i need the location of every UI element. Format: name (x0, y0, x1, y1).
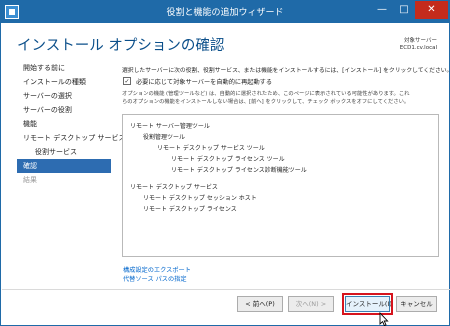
maximize-button[interactable]: □ (393, 1, 415, 19)
nav-item-server-selection[interactable]: サーバーの選択 (17, 89, 111, 103)
optional-features-info: オプションの機能 (管理ツールなど) は、自動的に選択されたため、このページに表… (122, 90, 442, 106)
export-config-link[interactable]: 構成設定のエクスポート (123, 265, 191, 274)
close-button[interactable]: ✕ (415, 1, 448, 19)
alternate-source-link[interactable]: 代替ソース パスの指定 (123, 274, 187, 283)
confirmation-description: 選択したサーバーに次の役割、役割サービス、または機能をインストールするには、[イ… (122, 68, 450, 74)
previous-button[interactable]: < 前へ(P) (237, 296, 283, 312)
feature-item: リモート デスクトップ サービス (130, 184, 218, 191)
nav-item-remote-desktop-services[interactable]: リモート デスクトップ サービス (17, 131, 125, 145)
restart-checkbox[interactable]: ✓ (123, 77, 131, 85)
target-server-info: 対象サーバー ECD1.cv.local (400, 38, 437, 52)
nav-item-role-services[interactable]: 役割サービス (17, 145, 111, 159)
feature-list[interactable]: リモート サーバー管理ツール 役割管理ツール リモート デスクトップ サービス … (122, 114, 439, 257)
info-line: オプションの機能 (管理ツールなど) は、自動的に選択されたため、このページに表… (122, 91, 410, 97)
wizard-window: 役割と機能の追加ウィザード — □ ✕ インストール オプションの確認 対象サー… (0, 0, 450, 326)
feature-item: リモート デスクトップ ライセンス ツール (171, 156, 285, 163)
info-line: らのオプションの機能をインストールしない場合は、[前へ] をクリックして、チェッ… (122, 99, 410, 105)
nav-item-features[interactable]: 機能 (17, 117, 111, 131)
nav-item-results: 結果 (23, 176, 37, 184)
minimize-button[interactable]: — (371, 1, 393, 19)
target-server-name: ECD1.cv.local (399, 45, 437, 51)
nav-item-before-you-begin[interactable]: 開始する前に (17, 61, 111, 75)
cancel-button[interactable]: キャンセル (396, 296, 437, 312)
feature-item: リモート デスクトップ ライセンス診断機能ツール (171, 167, 307, 174)
feature-item: 役割管理ツール (143, 134, 186, 141)
nav-item-server-roles[interactable]: サーバーの役割 (17, 103, 111, 117)
feature-item: リモート サーバー管理ツール (130, 123, 210, 130)
next-button: 次へ(N) > (288, 296, 334, 312)
mouse-pointer-icon (379, 312, 389, 326)
restart-checkbox-label[interactable]: 必要に応じて対象サーバーを自動的に再起動する (136, 77, 272, 86)
feature-item: リモート デスクトップ サービス ツール (157, 145, 265, 152)
page-title: インストール オプションの確認 (17, 38, 225, 54)
footer-divider (2, 289, 450, 290)
feature-item: リモート デスクトップ ライセンス (143, 206, 237, 213)
target-server-label: 対象サーバー (404, 38, 437, 44)
title-bar[interactable]: 役割と機能の追加ウィザード — □ ✕ (1, 1, 449, 23)
nav-item-installation-type[interactable]: インストールの種類 (17, 75, 111, 89)
wizard-nav: 開始する前に インストールの種類 サーバーの選択 サーバーの役割 機能 リモート… (17, 61, 125, 187)
nav-item-confirmation[interactable]: 確認 (17, 159, 111, 173)
feature-item: リモート デスクトップ セッション ホスト (143, 195, 257, 202)
